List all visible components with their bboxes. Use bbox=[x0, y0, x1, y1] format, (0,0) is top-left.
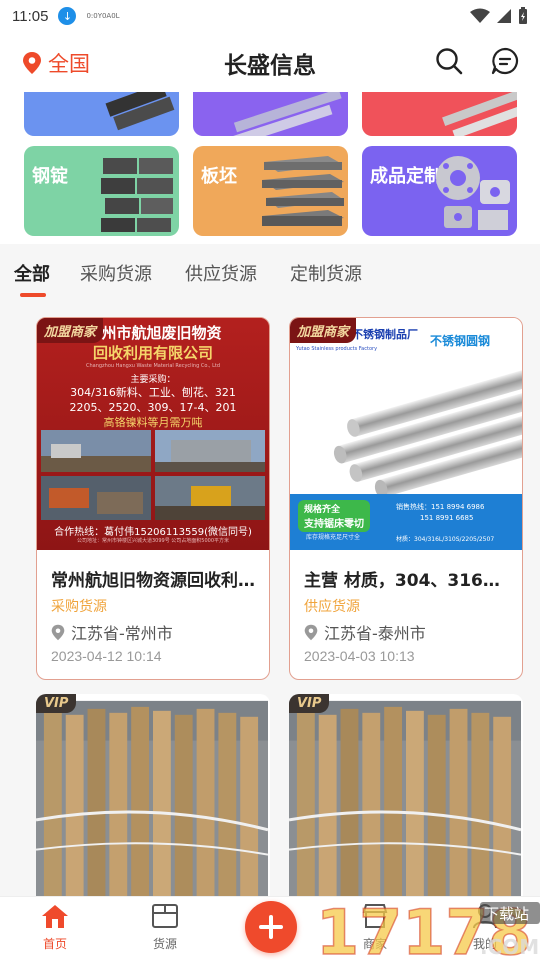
tab-indicator bbox=[20, 293, 46, 297]
poster-hotline1: 销售热线：151 8994 6986 bbox=[396, 503, 485, 511]
listing-location-text: 江苏省-泰州市 bbox=[324, 624, 426, 643]
listing-card[interactable]: 泰州不锈钢制品厂 Yutao Stainless products Factor… bbox=[289, 317, 523, 680]
nav-mine[interactable]: 我的 bbox=[455, 903, 515, 952]
merchant-badge: 加盟商家 bbox=[290, 318, 357, 343]
battery-icon bbox=[519, 7, 527, 24]
poster-buy-line1: 304/316新料、工业、刨花、321 bbox=[70, 386, 236, 399]
listing-date: 2023-04-12 10:14 bbox=[51, 648, 162, 664]
nav-home-label: 首页 bbox=[42, 937, 67, 951]
poster-buy-line3: 高铬镍料等月需万吨 bbox=[103, 416, 203, 429]
category-tile-slab[interactable]: 板坯 bbox=[193, 146, 348, 236]
location-pin-icon bbox=[51, 624, 65, 640]
vip-badge: VIP bbox=[36, 694, 77, 713]
wifi-icon bbox=[470, 8, 490, 23]
category-tile-partial[interactable] bbox=[24, 92, 179, 136]
listing-title: 常州航旭旧物资源回收利用有限公司 bbox=[51, 571, 257, 591]
source-tabs: 全部 采购货源 供应货源 定制货源 bbox=[0, 244, 540, 302]
signal-icon bbox=[497, 9, 511, 23]
poster-slogan3: 库存规格充足尺寸全 bbox=[306, 534, 361, 541]
metal-bars-image bbox=[105, 92, 175, 131]
search-icon[interactable] bbox=[434, 46, 464, 76]
listing-location: 江苏省-泰州市 bbox=[304, 620, 426, 644]
poster-material: 材质：304/316L/310S/2205/2507 bbox=[396, 536, 495, 543]
metal-rods-image bbox=[224, 92, 342, 136]
listing-card[interactable]: VIP bbox=[289, 694, 523, 914]
location-pin-icon bbox=[304, 624, 318, 640]
user-icon bbox=[473, 904, 497, 929]
poster-buy-line2: 2205、2520、309、17-4、201 bbox=[69, 401, 237, 414]
steel-ingot-image bbox=[101, 158, 173, 232]
location-selector[interactable]: 全国 bbox=[22, 48, 90, 78]
status-mini-label: 0:0Y0A0L bbox=[86, 12, 120, 20]
status-time: 11:05 bbox=[12, 7, 49, 25]
category-label: 钢锭 bbox=[32, 166, 68, 187]
metal-pipes-image bbox=[442, 92, 517, 136]
shop-icon bbox=[362, 904, 388, 928]
nav-goods-label: 货源 bbox=[152, 937, 177, 951]
listing-card[interactable]: 常州市航旭废旧物资 回收利用有限公司 Changzhou Hangxu Wast… bbox=[36, 317, 270, 680]
box-icon bbox=[152, 904, 178, 928]
status-bar: 11:05 ↓ 0:0Y0A0L bbox=[0, 0, 540, 32]
poster-slogan2: 支持锯床零切 bbox=[304, 519, 364, 530]
app-header: 全国 长盛信息 bbox=[0, 32, 540, 92]
category-grid: 钢锭 板坯 成品定制 bbox=[0, 92, 540, 244]
slab-image bbox=[262, 156, 344, 226]
category-tile-custom-product[interactable]: 成品定制 bbox=[362, 146, 517, 236]
nav-merchant[interactable]: 商家 bbox=[345, 903, 405, 952]
listing-location-text: 江苏省-常州市 bbox=[71, 624, 173, 643]
download-icon: ↓ bbox=[58, 7, 77, 25]
publish-button[interactable] bbox=[245, 901, 297, 953]
poster-hotline: 合作热线：葛付伟15206113559(微信同号) bbox=[54, 527, 252, 538]
category-tile-partial[interactable] bbox=[362, 92, 517, 136]
tab-custom[interactable]: 定制货源 bbox=[290, 260, 362, 286]
bottom-navigation: 首页 货源 商家 我的 bbox=[0, 896, 540, 960]
listing-type: 采购货源 bbox=[51, 599, 107, 615]
listing-image: 常州市航旭废旧物资 回收利用有限公司 Changzhou Hangxu Wast… bbox=[37, 318, 269, 550]
poster-company-en: Changzhou Hangxu Waste Material Recyclin… bbox=[85, 363, 221, 369]
nav-goods[interactable]: 货源 bbox=[135, 903, 195, 952]
brass-pipes-image bbox=[36, 700, 268, 914]
poster-address: 公司地址：常州市钟楼区兴城大道3099号 公司占地面积5000平方米 bbox=[76, 538, 230, 544]
steel-rods-image bbox=[333, 364, 522, 498]
location-label: 全国 bbox=[48, 52, 90, 76]
tab-all[interactable]: 全部 bbox=[14, 260, 50, 286]
listing-title: 主营 材质，304、316… bbox=[304, 571, 500, 591]
category-tile-partial[interactable] bbox=[193, 92, 348, 136]
poster-factory-en: Yutao Stainless products Factory bbox=[296, 346, 378, 352]
location-pin-icon bbox=[23, 52, 41, 74]
flange-image bbox=[436, 156, 510, 230]
listing-image: 泰州不锈钢制品厂 Yutao Stainless products Factor… bbox=[290, 318, 522, 550]
listing-date: 2023-04-03 10:13 bbox=[304, 648, 415, 664]
listing-type: 供应货源 bbox=[304, 599, 360, 615]
nav-mine-label: 我的 bbox=[472, 937, 497, 951]
nav-home[interactable]: 首页 bbox=[25, 903, 85, 952]
tab-supply[interactable]: 供应货源 bbox=[185, 260, 257, 286]
poster-slogan1: 规格齐全 bbox=[304, 505, 341, 515]
poster-product: 不锈钢圆钢 bbox=[430, 334, 491, 348]
tab-purchase[interactable]: 采购货源 bbox=[80, 260, 152, 286]
poster-company-line2: 回收利用有限公司 bbox=[92, 344, 213, 362]
poster-hotline2: 151 8991 6685 bbox=[420, 514, 474, 522]
merchant-badge: 加盟商家 bbox=[37, 318, 104, 343]
listing-location: 江苏省-常州市 bbox=[51, 620, 173, 644]
home-icon bbox=[42, 905, 68, 928]
vip-badge: VIP bbox=[289, 694, 330, 713]
brass-pipes-image bbox=[289, 700, 521, 914]
message-icon[interactable] bbox=[490, 46, 520, 76]
nav-merchant-label: 商家 bbox=[362, 937, 387, 951]
listing-card[interactable]: VIP bbox=[36, 694, 270, 914]
poster-photos bbox=[41, 430, 265, 520]
category-tile-steel-ingot[interactable]: 钢锭 bbox=[24, 146, 179, 236]
poster-slogan-box: 规格齐全 支持锯床零切 bbox=[298, 500, 370, 532]
category-label: 板坯 bbox=[201, 166, 237, 187]
